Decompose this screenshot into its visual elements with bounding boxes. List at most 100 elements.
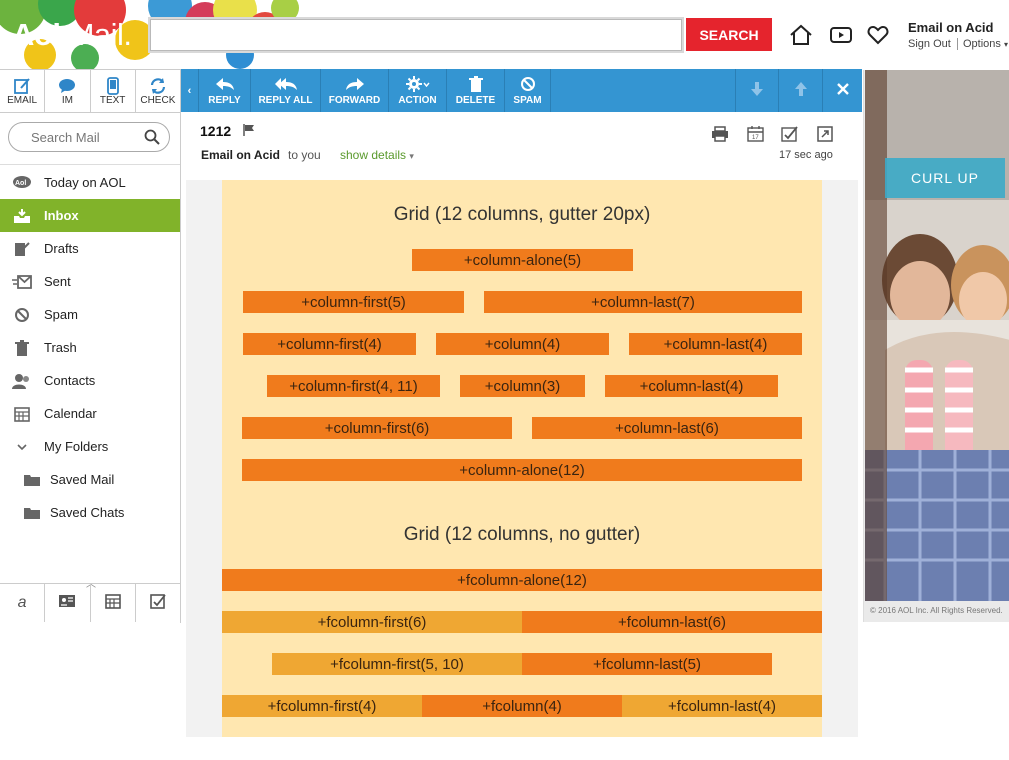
grid-column: +column-alone(5) <box>412 249 633 271</box>
forward-icon <box>345 75 365 93</box>
reply-button[interactable]: REPLY <box>199 69 251 112</box>
calendar-icon <box>12 405 32 423</box>
next-message-button[interactable] <box>735 69 779 112</box>
show-details-link[interactable]: show details ▾ <box>340 148 414 162</box>
grid-column: +column-alone(12) <box>242 459 802 481</box>
ad-cta-button[interactable]: CURL UP <box>885 158 1005 198</box>
spam-button[interactable]: SPAM <box>505 69 551 112</box>
reply-all-label: REPLY ALL <box>258 95 313 106</box>
sidebar-item-contacts[interactable]: Contacts <box>0 364 180 397</box>
chevron-down-icon: ▾ <box>1003 40 1008 49</box>
forward-button[interactable]: FORWARD <box>321 69 389 112</box>
sidebar-item-label: Trash <box>44 340 77 355</box>
previous-message-button[interactable] <box>779 69 823 112</box>
left-quick-tools: EMAIL IM TEXT CHECK <box>0 69 181 113</box>
svg-text:17: 17 <box>752 135 759 141</box>
advertisement[interactable]: CURL UP © 2016 AOL Inc. All Rights Reser… <box>863 70 1009 622</box>
message-toolbar: ‹ REPLY REPLY ALL FORWARD ACTION DELETE … <box>181 69 862 112</box>
sidebar-item-label: Drafts <box>44 241 79 256</box>
flag-icon[interactable] <box>243 123 255 141</box>
message-sender[interactable]: Email on Acid <box>201 148 280 162</box>
message-body: Grid (12 columns, gutter 20px) +column-a… <box>186 180 858 737</box>
sidebar-item-trash[interactable]: Trash <box>0 331 180 364</box>
aol-mail-window: Aol Mail. SEARCH Email on Acid Sign Out … <box>0 0 1009 760</box>
video-icon[interactable] <box>828 22 854 48</box>
sidebar-search-placeholder: Search Mail <box>31 129 100 145</box>
contacts-icon <box>12 372 32 390</box>
arrow-up-icon <box>794 81 808 100</box>
compose-email-label: EMAIL <box>7 94 38 106</box>
sidebar-item-drafts[interactable]: Drafts <box>0 232 180 265</box>
collapse-sidebar-button[interactable]: ‹ <box>181 69 199 112</box>
sidebar-item-label: Today on AOL <box>44 175 126 190</box>
im-button[interactable]: IM <box>45 70 91 112</box>
grid-column: +column-first(6) <box>242 417 512 439</box>
action-menu-button[interactable]: ACTION <box>389 69 447 112</box>
search-button[interactable]: SEARCH <box>686 18 772 51</box>
compose-icon <box>13 77 31 95</box>
chevron-down-icon[interactable] <box>12 438 32 456</box>
grid-column: +fcolumn(4) <box>422 695 622 717</box>
add-task-icon[interactable] <box>780 124 800 144</box>
add-to-calendar-icon[interactable]: 17 <box>746 124 766 144</box>
grid-column: +fcolumn-first(6) <box>222 611 522 633</box>
gear-icon <box>405 75 430 93</box>
grid-column: +column(3) <box>460 375 585 397</box>
ad-photo[interactable]: CURL UP <box>865 70 1009 601</box>
calendar-button[interactable] <box>91 584 136 622</box>
home-icon[interactable] <box>788 22 814 48</box>
top-header: Aol Mail. SEARCH Email on Acid Sign Out … <box>0 0 1009 69</box>
delete-button[interactable]: DELETE <box>447 69 505 112</box>
email-content: Grid (12 columns, gutter 20px) +column-a… <box>222 180 822 737</box>
sidebar-item-saved-chats[interactable]: Saved Chats <box>0 496 180 529</box>
sidebar-item-sent[interactable]: Sent <box>0 265 180 298</box>
calendar-icon <box>104 593 121 614</box>
trash-icon <box>468 75 483 93</box>
sidebar-item-spam[interactable]: Spam <box>0 298 180 331</box>
ad-copyright: © 2016 AOL Inc. All Rights Reserved. <box>870 606 1003 615</box>
options-label: Options <box>963 38 1001 50</box>
grid-column: +column-first(5) <box>243 291 464 313</box>
sidebar-search-input[interactable]: Search Mail <box>8 122 170 152</box>
folder-icon <box>22 504 42 522</box>
sidebar-item-label: Saved Chats <box>50 505 125 520</box>
search-icon[interactable] <box>144 129 160 148</box>
text-label: TEXT <box>99 94 126 106</box>
heart-icon[interactable] <box>865 22 891 48</box>
sign-out-link[interactable]: Sign Out <box>908 38 951 50</box>
compose-email-button[interactable]: EMAIL <box>0 70 46 112</box>
options-menu[interactable]: Options ▾ <box>957 38 1008 50</box>
check-mail-button[interactable]: CHECK <box>136 70 180 112</box>
message-header: 1212 Email on Acid to you show details ▾… <box>181 112 862 180</box>
search-input[interactable] <box>148 17 684 53</box>
account-name: Email on Acid <box>908 20 994 35</box>
sidebar: Search Mail Aol Today on AOL Inbox Draft… <box>0 113 181 623</box>
tasks-button[interactable] <box>136 584 180 622</box>
sidebar-item-saved-mail[interactable]: Saved Mail <box>0 463 180 496</box>
svg-text:Aol: Aol <box>15 180 26 187</box>
aol-home-button[interactable]: a <box>0 584 46 622</box>
forward-label: FORWARD <box>328 95 381 106</box>
phone-icon <box>106 76 119 95</box>
reply-all-button[interactable]: REPLY ALL <box>251 69 321 112</box>
spam-icon <box>520 75 536 93</box>
contacts-card-button[interactable] <box>45 584 91 622</box>
sidebar-item-calendar[interactable]: Calendar <box>0 397 180 430</box>
text-button[interactable]: TEXT <box>91 70 136 112</box>
grid-column: +column(4) <box>436 333 609 355</box>
sidebar-item-my-folders[interactable]: My Folders <box>0 430 180 463</box>
sidebar-item-today-on-aol[interactable]: Aol Today on AOL <box>0 166 180 199</box>
message-timestamp: 17 sec ago <box>779 149 833 161</box>
trash-icon <box>12 339 32 357</box>
sidebar-item-inbox[interactable]: Inbox <box>0 199 180 232</box>
message-subject: 1212 <box>200 123 232 139</box>
aol-icon: Aol <box>12 174 32 192</box>
print-icon[interactable] <box>710 124 730 144</box>
logo-wordmark: Aol Mail. <box>12 17 132 53</box>
close-message-button[interactable] <box>823 69 862 112</box>
no-gutter-grid-title: Grid (12 columns, no gutter) <box>403 524 641 545</box>
pop-out-icon[interactable] <box>815 124 835 144</box>
nav-divider <box>0 164 180 165</box>
check-mail-label: CHECK <box>140 94 176 106</box>
show-details-label: show details <box>340 148 407 162</box>
